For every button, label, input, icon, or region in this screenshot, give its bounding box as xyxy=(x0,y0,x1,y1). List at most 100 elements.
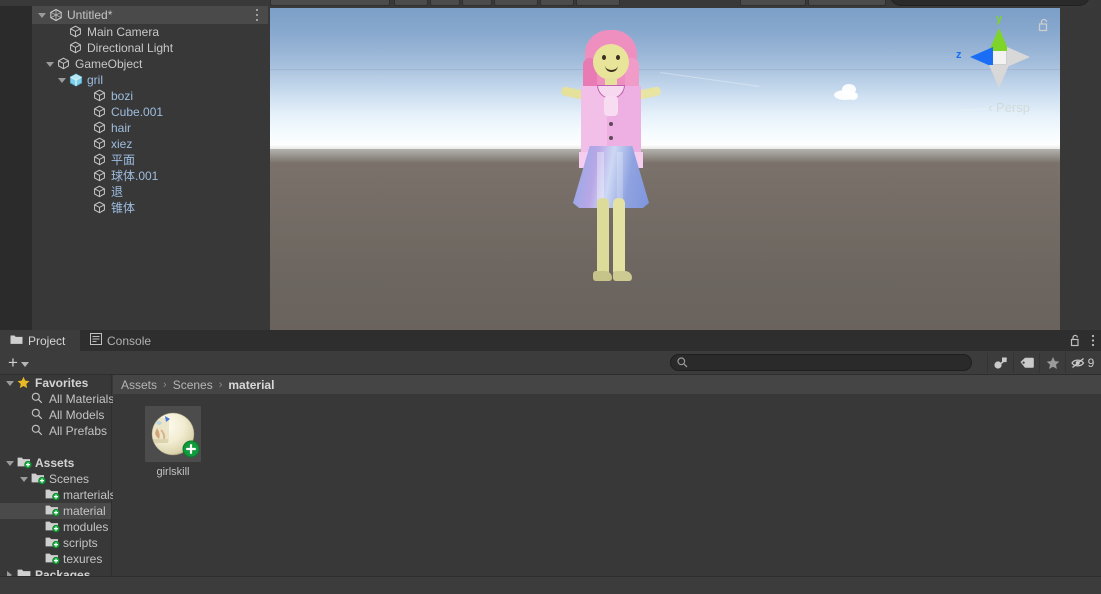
button-upper xyxy=(609,122,613,126)
scene-search-field[interactable] xyxy=(890,0,1090,6)
hierarchy-scene-header[interactable]: Untitled* xyxy=(32,6,268,24)
breadcrumb-item-material[interactable]: material xyxy=(228,378,274,392)
project-toolbar: + 9 xyxy=(0,351,1101,375)
project-body: Favorites All Materials All Models All Pref… xyxy=(0,375,1101,594)
hidden-packages-icon[interactable]: 9 xyxy=(1065,353,1099,373)
tab-project[interactable]: Project xyxy=(0,330,80,351)
expand-arrow-icon[interactable] xyxy=(56,72,68,88)
lock-open-icon[interactable] xyxy=(1070,334,1081,350)
scene-right-edge xyxy=(1095,0,1101,330)
scene-view[interactable]: y z ‹ Persp xyxy=(270,8,1060,330)
lock-open-icon[interactable] xyxy=(1038,18,1050,32)
toolbar-scene-visibility-icon[interactable] xyxy=(540,0,574,6)
asset-item[interactable]: girlskill xyxy=(135,406,211,478)
expand-arrow-icon[interactable] xyxy=(18,471,30,487)
hierarchy-item-label: 锥体 xyxy=(111,201,136,215)
tab-console[interactable]: Console xyxy=(80,330,166,351)
toolbar-gizmos[interactable]: Gizmos xyxy=(808,0,886,6)
project-tree-item-modules[interactable]: modules xyxy=(0,519,111,535)
project-tree-item-assets[interactable]: Assets xyxy=(0,455,111,471)
hierarchy-item-gameobject[interactable]: GameObject xyxy=(32,56,268,72)
project-tree-item-label: Assets xyxy=(35,456,75,470)
hierarchy-item-平面[interactable]: 平面 xyxy=(32,152,268,168)
project-tree-item-all-materials[interactable]: All Materials xyxy=(0,391,114,407)
hierarchy-item-gril[interactable]: gril xyxy=(32,72,268,88)
toolbar-shaded[interactable]: Shaded xyxy=(270,0,390,6)
project-tree-item-scripts[interactable]: scripts xyxy=(0,535,111,551)
toolbar-audio-toggle-icon[interactable] xyxy=(462,0,492,6)
project-tree-item-all-prefabs[interactable]: All Prefabs xyxy=(0,423,111,439)
project-tree-item-texures[interactable]: texures xyxy=(0,551,111,567)
search-input[interactable] xyxy=(670,354,972,371)
hierarchy-item-hair[interactable]: hair xyxy=(32,120,268,136)
unity-editor-window: Shaded 2D Gizmos Untitled* Main Camera Dire… xyxy=(0,0,1101,594)
hierarchy-item-球体.001[interactable]: 球体.001 xyxy=(32,168,268,184)
hierarchy-item-main-camera[interactable]: Main Camera xyxy=(32,24,268,40)
search-small-icon xyxy=(30,407,46,423)
search-by-label-icon[interactable] xyxy=(1013,353,1039,373)
hierarchy-item-锥体[interactable]: 锥体 xyxy=(32,200,268,216)
gizmo-axis-y-negative[interactable] xyxy=(989,65,1009,88)
project-tree-item-all-models[interactable]: All Models xyxy=(0,407,111,423)
folder-add-icon xyxy=(44,519,60,535)
asset-grid[interactable]: girlskill xyxy=(113,394,1101,478)
breadcrumb-item-assets[interactable]: Assets xyxy=(121,378,157,392)
toolbar-fx-dropdown-icon[interactable] xyxy=(494,0,538,6)
favorites-star-icon[interactable] xyxy=(1039,353,1065,373)
project-search[interactable] xyxy=(670,354,972,371)
console-icon xyxy=(90,333,102,348)
horizon-line-secondary xyxy=(270,76,744,77)
project-tree-item-material[interactable]: material xyxy=(0,503,111,519)
gameobject-icon xyxy=(92,168,108,184)
breadcrumb-item-scenes[interactable]: Scenes xyxy=(173,378,213,392)
gizmo-center-cube[interactable] xyxy=(991,49,1007,65)
hierarchy-item-xiez[interactable]: xiez xyxy=(32,136,268,152)
expand-arrow-icon[interactable] xyxy=(4,455,16,471)
shoe-left xyxy=(593,271,612,281)
gizmo-projection-label[interactable]: ‹ Persp xyxy=(988,100,1030,115)
toolbar-gizmos-dropdown[interactable] xyxy=(740,0,806,6)
toolbar-grid-dropdown-icon[interactable] xyxy=(576,0,620,6)
scene-orientation-gizmo[interactable]: y z ‹ Persp xyxy=(956,13,1048,115)
expand-arrow-icon[interactable] xyxy=(4,375,16,391)
hierarchy-item-label: GameObject xyxy=(75,57,143,71)
gizmo-axis-x[interactable] xyxy=(1007,47,1030,67)
leg-right xyxy=(613,198,625,276)
project-content-panel: Assets › Scenes › material girlskill xyxy=(113,375,1101,594)
project-tree-item-marterials[interactable]: marterials xyxy=(0,487,116,503)
horizon-line xyxy=(270,69,1060,70)
gameobject-icon xyxy=(92,104,108,120)
chevron-down-icon[interactable] xyxy=(20,361,29,367)
gameobject-icon xyxy=(56,56,72,72)
character-model[interactable] xyxy=(555,28,665,298)
toolbar-2d[interactable]: 2D xyxy=(394,0,428,6)
search-by-type-icon[interactable] xyxy=(987,353,1013,373)
material-preview-thumbnail[interactable] xyxy=(145,406,201,462)
gizmo-axis-z[interactable] xyxy=(970,47,993,67)
toolbar-light-toggle-icon[interactable] xyxy=(430,0,460,6)
kebab-menu-icon[interactable] xyxy=(1091,334,1095,350)
scene-expand-arrow[interactable] xyxy=(36,7,48,23)
project-tree-item-label: Scenes xyxy=(49,472,90,486)
hierarchy-item-bozi[interactable]: bozi xyxy=(32,88,268,104)
hierarchy-item-cube.001[interactable]: Cube.001 xyxy=(32,104,268,120)
hierarchy-item-退[interactable]: 退 xyxy=(32,184,268,200)
expand-arrow-icon[interactable] xyxy=(44,56,56,72)
hierarchy-menu-icon[interactable] xyxy=(252,9,262,21)
create-asset-button[interactable]: + xyxy=(8,354,29,371)
project-tree-item-favorites[interactable]: Favorites xyxy=(0,375,111,391)
project-tree-item-scenes[interactable]: Scenes xyxy=(0,471,111,487)
hierarchy-item-directional-light[interactable]: Directional Light xyxy=(32,40,268,56)
add-overlay-icon xyxy=(182,440,200,461)
